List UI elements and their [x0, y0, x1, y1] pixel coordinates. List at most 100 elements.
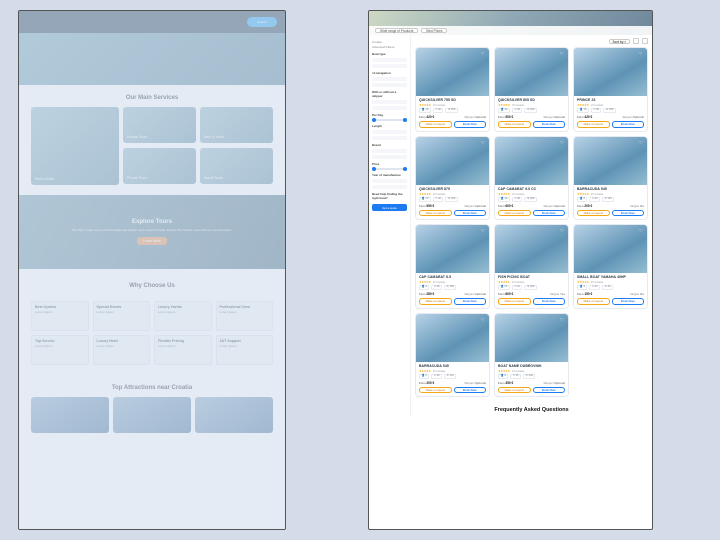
filter-option[interactable]: [372, 83, 407, 87]
filter-option[interactable]: [372, 77, 407, 81]
boat-name: Boat name Dubrovnik: [498, 364, 565, 368]
filter-option[interactable]: [372, 185, 407, 189]
list-view-toggle[interactable]: [642, 38, 648, 44]
explore-banner: Explore Tours We offer a wide range of b…: [19, 195, 285, 269]
filter-option[interactable]: [372, 64, 407, 68]
price-label: From 280 €: [419, 292, 434, 296]
book-now-button[interactable]: Book Now: [454, 298, 487, 305]
boat-name: SMALL BOAT YAMAHA 40HP: [577, 275, 644, 279]
boat-card[interactable]: ♡CAP CAMARAT 9.0 cc★★★★★27 reviews👤 10⏱ …: [494, 136, 569, 221]
why-card-text: Lorem ipsum: [35, 310, 52, 314]
boat-name: QUICKSILVER 755 SD: [419, 98, 486, 102]
service-tile[interactable]: Rent a Boat: [31, 107, 119, 185]
heart-icon[interactable]: ♡: [560, 317, 565, 322]
heart-icon[interactable]: ♡: [481, 51, 486, 56]
heart-icon[interactable]: ♡: [481, 140, 486, 145]
book-now-button[interactable]: Book Now: [454, 210, 487, 217]
request-button[interactable]: Make a request: [498, 298, 531, 305]
boat-specs: 👤 10⏱ 45⚙ 400: [498, 197, 565, 202]
speed-spec: ⏱ 35: [431, 285, 442, 290]
filter-option[interactable]: [372, 136, 407, 140]
heart-icon[interactable]: ♡: [481, 317, 486, 322]
boat-card[interactable]: ♡QUICKSILVER 805 SD★★★★★27 reviews👤 10⏱ …: [494, 47, 569, 132]
rating-stars: ★★★★★27 reviews: [498, 192, 565, 196]
book-now-button[interactable]: Book Now: [533, 121, 566, 128]
grid-view-toggle[interactable]: [633, 38, 639, 44]
heart-icon[interactable]: ♡: [481, 228, 486, 233]
boat-card[interactable]: ♡Barracuda 545★★★★★27 reviews👤 6⏱ 30⚙ 11…: [415, 313, 490, 398]
request-button[interactable]: Make a request: [419, 121, 452, 128]
why-card: Flexible PricingLorem ipsum: [154, 335, 212, 365]
request-button[interactable]: Make a request: [577, 210, 610, 217]
filter-option[interactable]: [372, 149, 407, 153]
range-slider[interactable]: [372, 168, 407, 170]
heart-icon[interactable]: ♡: [560, 140, 565, 145]
service-tile[interactable]: Island Tours: [200, 148, 273, 184]
filter-option[interactable]: [372, 100, 407, 104]
filter-group-label: Boat type: [372, 52, 407, 56]
book-now-button[interactable]: Book Now: [454, 121, 487, 128]
request-button[interactable]: Make a request: [498, 387, 531, 394]
heart-icon[interactable]: ♡: [560, 228, 565, 233]
skipper-value: Skipper Optional: [464, 292, 486, 296]
skipper-value: Skipper Optional: [543, 204, 565, 208]
heart-icon[interactable]: ♡: [639, 140, 644, 145]
top-tab[interactable]: Wide range of Products: [375, 28, 418, 34]
filter-option[interactable]: [372, 130, 407, 134]
request-button[interactable]: Make a request: [577, 298, 610, 305]
boat-card[interactable]: ♡QUICKSILVER 875★★★★★27 reviews👤 10⏱ 42⚙…: [415, 136, 490, 221]
filter-option[interactable]: [372, 58, 407, 62]
filter-group-label: Year of manufacture: [372, 173, 407, 177]
boat-card[interactable]: ♡SMALL BOAT YAMAHA 40HP★★★★★27 reviews👤 …: [573, 224, 648, 309]
book-now-button[interactable]: Book Now: [612, 121, 645, 128]
boat-card[interactable]: ♡Boat name Dubrovnik★★★★★27 reviews👤 8⏱ …: [494, 313, 569, 398]
capacity-spec: 👤 8: [419, 285, 429, 290]
heart-icon[interactable]: ♡: [560, 51, 565, 56]
why-card-title: Luxury Hotel: [97, 339, 147, 343]
range-slider[interactable]: [372, 119, 407, 121]
boat-card[interactable]: ♡QUICKSILVER 755 SD★★★★★27 reviews👤 10⏱ …: [415, 47, 490, 132]
request-button[interactable]: Make a request: [498, 210, 531, 217]
request-button[interactable]: Make a request: [419, 298, 452, 305]
service-tile[interactable]: Private Tours: [123, 107, 196, 143]
boat-card[interactable]: ♡FISH PICNIC BOAT★★★★★27 reviews👤 50⏱ 10…: [494, 224, 569, 309]
top-tab[interactable]: Best Prices: [421, 28, 447, 34]
attraction-image[interactable]: [31, 397, 109, 433]
book-now-button[interactable]: Book Now: [612, 298, 645, 305]
book-now-button[interactable]: Book Now: [533, 387, 566, 394]
listing-page-mock: Wide range of Products Best Prices Croat…: [368, 10, 653, 530]
book-now-button[interactable]: Book Now: [533, 298, 566, 305]
book-now-button[interactable]: Book Now: [533, 210, 566, 217]
service-tile[interactable]: Rent a Yacht: [200, 107, 273, 143]
filter-option[interactable]: [372, 106, 407, 110]
search-button[interactable]: Search: [247, 17, 277, 27]
attraction-image[interactable]: [113, 397, 191, 433]
attraction-image[interactable]: [195, 397, 273, 433]
top-tabs: Wide range of Products Best Prices: [369, 26, 652, 35]
skipper-value: Skipper Optional: [622, 115, 644, 119]
boat-image: ♡: [416, 225, 489, 273]
book-now-button[interactable]: Book Now: [612, 210, 645, 217]
boat-card[interactable]: ♡PRINCE 23★★★★★27 reviews👤 10⏱ 40⚙ 250Fr…: [573, 47, 648, 132]
service-tile[interactable]: Private Tours: [123, 148, 196, 184]
explore-cta-button[interactable]: Learn More: [137, 237, 167, 245]
boat-specs: 👤 10⏱ 40⚙ 300: [498, 108, 565, 113]
boat-specs: 👤 8⏱ 35⚙ 200: [498, 374, 565, 379]
request-button[interactable]: Make a request: [498, 121, 531, 128]
request-button[interactable]: Make a request: [419, 210, 452, 217]
boat-card[interactable]: ♡CAP CAMARAT 6.5★★★★★27 reviews👤 8⏱ 35⚙ …: [415, 224, 490, 309]
get-quote-button[interactable]: Get a quote: [372, 204, 407, 211]
heart-icon[interactable]: ♡: [639, 51, 644, 56]
boat-image: ♡: [416, 314, 489, 362]
boat-card[interactable]: ♡BARRACUDA 545★★★★★27 reviews👤 6⏱ 30⚙ 11…: [573, 136, 648, 221]
filter-option[interactable]: [372, 155, 407, 159]
filter-option[interactable]: [372, 179, 407, 183]
sort-dropdown[interactable]: Sort by ▾: [609, 39, 630, 44]
request-button[interactable]: Make a request: [577, 121, 610, 128]
heart-icon[interactable]: ♡: [639, 228, 644, 233]
speed-spec: ⏱ 30: [431, 374, 442, 379]
capacity-spec: 👤 50: [498, 285, 510, 290]
price-label: From 200 €: [419, 381, 434, 385]
request-button[interactable]: Make a request: [419, 387, 452, 394]
book-now-button[interactable]: Book Now: [454, 387, 487, 394]
